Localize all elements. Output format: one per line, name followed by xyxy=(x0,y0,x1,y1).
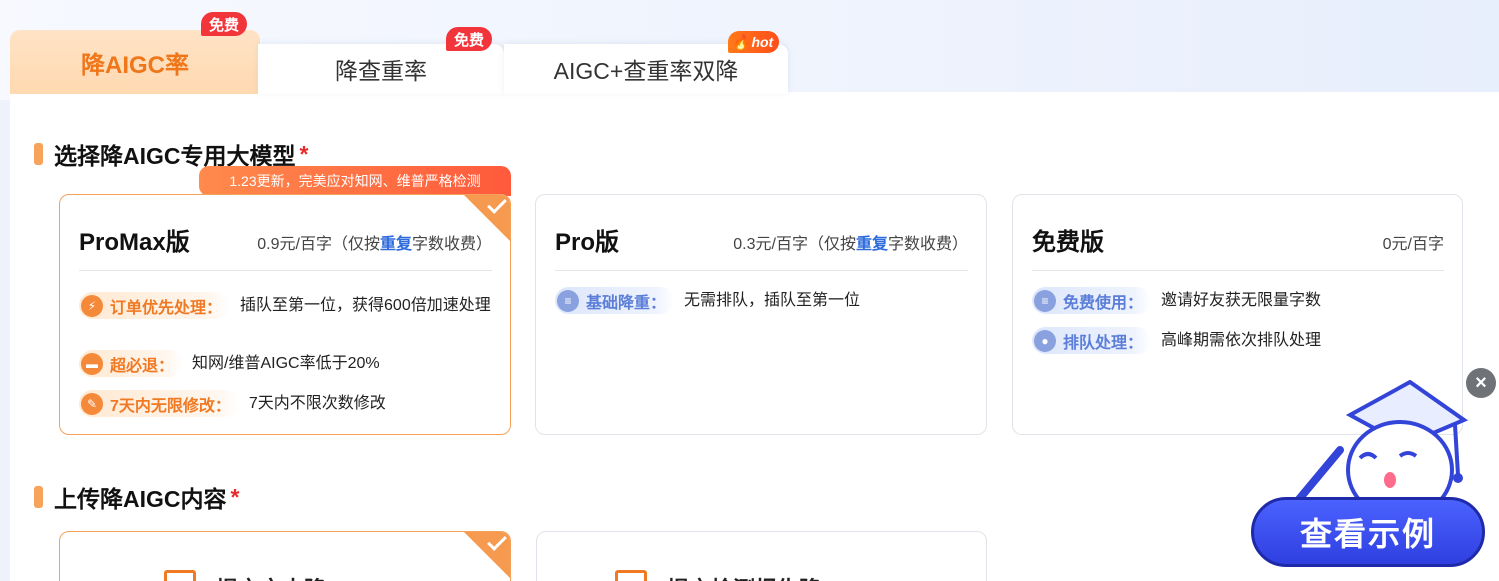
hot-label: hot xyxy=(751,34,774,50)
fire-icon: 🔥 xyxy=(732,33,750,50)
model-card-promax[interactable]: ProMax版 0.9元/百字（仅按重复字数收费） ⚡ 订单优先处理： 插队至第一… xyxy=(59,194,511,435)
feature-item: ● 排队处理： 高峰期需依次排队处理 xyxy=(1032,327,1321,354)
model-name: 免费版 xyxy=(1032,229,1104,256)
model-price: 0.3元/百字（仅按重复字数收费） xyxy=(733,236,968,253)
model-price: 0.9元/百字（仅按重复字数收费） xyxy=(257,236,492,253)
upload-option-label: 提交文本降 xyxy=(216,572,326,581)
tab-label: 降查重率 xyxy=(335,58,427,84)
divider xyxy=(79,270,492,271)
view-example-button[interactable]: 查看示例 xyxy=(1251,497,1485,567)
tab-reduce-aigc[interactable]: 降AIGC率 xyxy=(10,30,260,94)
feature-item: ≡ 免费使用： 邀请好友获无限量字数 xyxy=(1032,287,1321,314)
tab-label: AIGC+查重率双降 xyxy=(553,58,739,84)
upload-option-report[interactable]: 提交检测报告降 xyxy=(536,531,987,581)
lightning-icon: ⚡ xyxy=(81,294,103,317)
layers-icon: ≡ xyxy=(557,289,579,312)
report-icon xyxy=(615,570,647,581)
section-marker xyxy=(34,143,43,165)
upload-option-label: 提交检测报告降 xyxy=(667,572,821,581)
wallet-icon: ▬ xyxy=(81,352,103,375)
divider xyxy=(555,270,968,271)
feature-item: ✎ 7天内无限修改： 7天内不限次数修改 xyxy=(79,390,386,417)
tab-reduce-duplicate[interactable]: 降查重率 xyxy=(258,44,504,94)
divider xyxy=(1032,270,1444,271)
layers-icon: ≡ xyxy=(1034,289,1056,312)
section-marker xyxy=(34,486,43,508)
feature-item: ≡ 基础降重： 无需排队，插队至第一位 xyxy=(555,287,860,314)
upload-option-text[interactable]: 提交文本降 xyxy=(59,531,511,581)
tab-label: 降AIGC率 xyxy=(81,51,189,79)
document-icon xyxy=(164,570,196,581)
promo-banner: 1.23更新，完美应对知网、维普严格检测 xyxy=(199,166,511,196)
model-name: Pro版 xyxy=(555,229,620,256)
model-name: ProMax版 xyxy=(79,229,190,256)
hot-badge: 🔥 hot xyxy=(728,31,780,53)
section-title-text: 上传降AIGC内容 xyxy=(54,486,227,512)
model-card-pro[interactable]: Pro版 0.3元/百字（仅按重复字数收费） ≡ 基础降重： 无需排队，插队至第一… xyxy=(535,194,987,435)
user-icon: ● xyxy=(1034,329,1056,352)
free-badge: 免费 xyxy=(201,12,248,36)
feature-item: ▬ 超必退： 知网/维普AIGC率低于20% xyxy=(79,350,380,377)
required-mark: * xyxy=(230,483,240,510)
section-title-upload: 上传降AIGC内容 * xyxy=(34,480,239,514)
feature-item: ⚡ 订单优先处理： 插队至第一位，获得600倍加速处理 xyxy=(79,292,495,319)
edit-icon: ✎ xyxy=(81,392,103,415)
required-mark: * xyxy=(299,140,309,167)
model-price: 0元/百字 xyxy=(1382,236,1444,253)
free-badge: 免费 xyxy=(446,27,493,51)
